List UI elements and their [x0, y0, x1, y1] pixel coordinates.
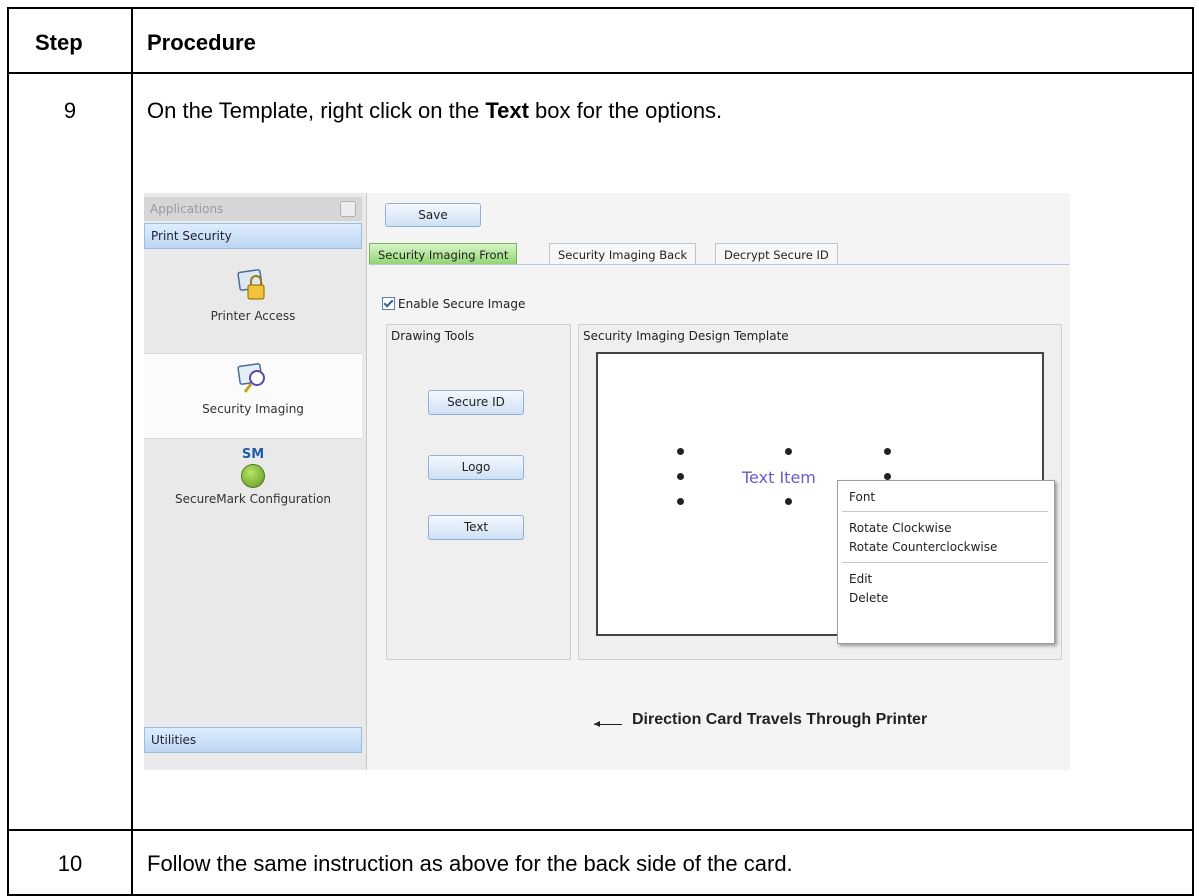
- table-border-right: [1192, 7, 1194, 896]
- text-button[interactable]: Text: [428, 515, 524, 540]
- menu-separator: [842, 511, 1048, 512]
- header-step: Step: [35, 30, 83, 55]
- drawing-tools-panel: Drawing Tools: [386, 324, 571, 660]
- handle-top-middle[interactable]: [785, 448, 792, 455]
- handle-middle-right[interactable]: [884, 473, 891, 480]
- step-number-10: 10: [57, 851, 83, 876]
- save-button[interactable]: Save: [385, 203, 481, 227]
- procedure-text-9: On the Template, right click on the Text…: [147, 98, 722, 124]
- tab-security-imaging-front[interactable]: Security Imaging Front: [369, 243, 518, 265]
- sidebar-item-security-imaging[interactable]: Security Imaging: [144, 353, 362, 439]
- handle-top-left[interactable]: [677, 448, 684, 455]
- application-screenshot: Applications Print Security Printer Acce…: [144, 193, 1070, 770]
- sidebar-section-print-security[interactable]: Print Security: [144, 223, 362, 249]
- sidebar-item-securemark-label: SecureMark Configuration: [174, 492, 332, 506]
- procedure-text-9-end: box for the options.: [528, 98, 723, 123]
- menu-item-delete[interactable]: Delete: [849, 591, 888, 605]
- sidebar-title-label: Applications: [150, 202, 224, 216]
- menu-item-rotate-clockwise[interactable]: Rotate Clockwise: [849, 521, 952, 535]
- table-border-header-bottom: [7, 72, 1194, 74]
- tab-security-imaging-back[interactable]: Security Imaging Back: [549, 243, 697, 265]
- securemark-sm-badge: SM: [241, 447, 265, 462]
- security-imaging-icon: [237, 363, 265, 393]
- handle-top-right[interactable]: [884, 448, 891, 455]
- tab-strip-line: [369, 264, 1069, 265]
- tab-decrypt-secure-id[interactable]: Decrypt Secure ID: [715, 243, 838, 265]
- table-border-top: [7, 7, 1194, 9]
- menu-item-rotate-counterclockwise[interactable]: Rotate Counterclockwise: [849, 540, 997, 554]
- menu-item-edit[interactable]: Edit: [849, 572, 872, 586]
- context-menu: Font Rotate Clockwise Rotate Countercloc…: [837, 480, 1055, 644]
- handle-middle-left[interactable]: [677, 473, 684, 480]
- drawing-tools-title: Drawing Tools: [391, 329, 475, 343]
- table-border-row-divider: [7, 829, 1194, 831]
- left-arrow-icon: [594, 721, 622, 727]
- sidebar-pin-icon[interactable]: [340, 201, 356, 217]
- applications-sidebar: Applications Print Security Printer Acce…: [144, 193, 367, 770]
- sidebar-item-printer-access[interactable]: Printer Access: [144, 269, 362, 351]
- enable-secure-image-checkbox[interactable]: Enable Secure Image: [382, 297, 525, 311]
- printer-access-lock-icon: [237, 269, 265, 300]
- design-template-title: Security Imaging Design Template: [583, 329, 789, 343]
- procedure-text-9-start: On the Template, right click on the: [147, 98, 486, 123]
- sidebar-item-printer-access-label: Printer Access: [210, 309, 296, 323]
- direction-label: Direction Card Travels Through Printer: [632, 711, 928, 728]
- secure-id-button[interactable]: Secure ID: [428, 390, 524, 415]
- sidebar-item-securemark-configuration[interactable]: SM SecureMark Configuration: [144, 447, 362, 517]
- handle-bottom-middle[interactable]: [785, 498, 792, 505]
- menu-separator: [842, 562, 1048, 563]
- securemark-ball-icon: [241, 464, 265, 488]
- checkbox-checked-icon: [382, 297, 395, 310]
- enable-secure-image-label: Enable Secure Image: [398, 297, 526, 311]
- text-item[interactable]: Text Item: [742, 468, 816, 487]
- logo-button[interactable]: Logo: [428, 455, 524, 480]
- table-border-left: [7, 7, 9, 896]
- menu-item-font[interactable]: Font: [849, 490, 875, 504]
- sidebar-title: Applications: [144, 197, 362, 221]
- sidebar-item-security-imaging-label: Security Imaging: [202, 402, 304, 416]
- step-number-9: 9: [63, 98, 77, 123]
- procedure-text-10: Follow the same instruction as above for…: [147, 851, 793, 876]
- table-border-middle: [131, 7, 133, 896]
- handle-bottom-left[interactable]: [677, 498, 684, 505]
- procedure-text-9-bold: Text: [485, 98, 529, 123]
- sidebar-section-utilities[interactable]: Utilities: [144, 727, 362, 753]
- header-procedure: Procedure: [147, 30, 256, 55]
